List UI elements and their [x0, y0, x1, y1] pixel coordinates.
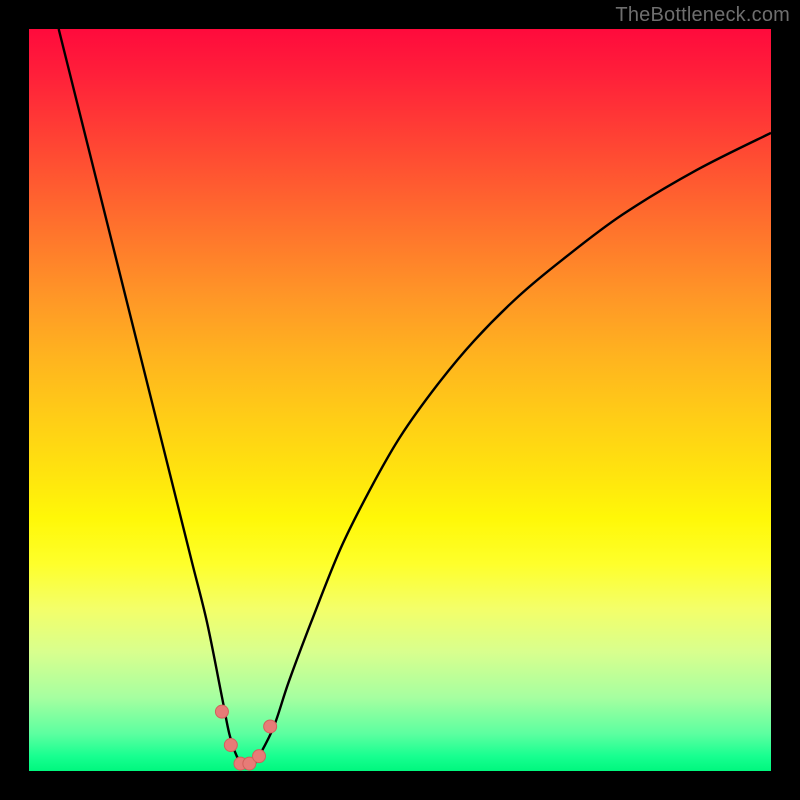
curve-marker [224, 739, 237, 752]
curve-marker [264, 720, 277, 733]
bottleneck-curve-svg [29, 29, 771, 771]
curve-marker [253, 750, 266, 763]
attribution-text: TheBottleneck.com [615, 4, 790, 27]
plot-area [29, 29, 771, 771]
curve-markers [215, 705, 276, 770]
curve-marker [215, 705, 228, 718]
bottleneck-curve [59, 29, 771, 769]
chart-frame: TheBottleneck.com [0, 0, 800, 800]
curve-marker [234, 757, 247, 770]
curve-marker [243, 757, 256, 770]
